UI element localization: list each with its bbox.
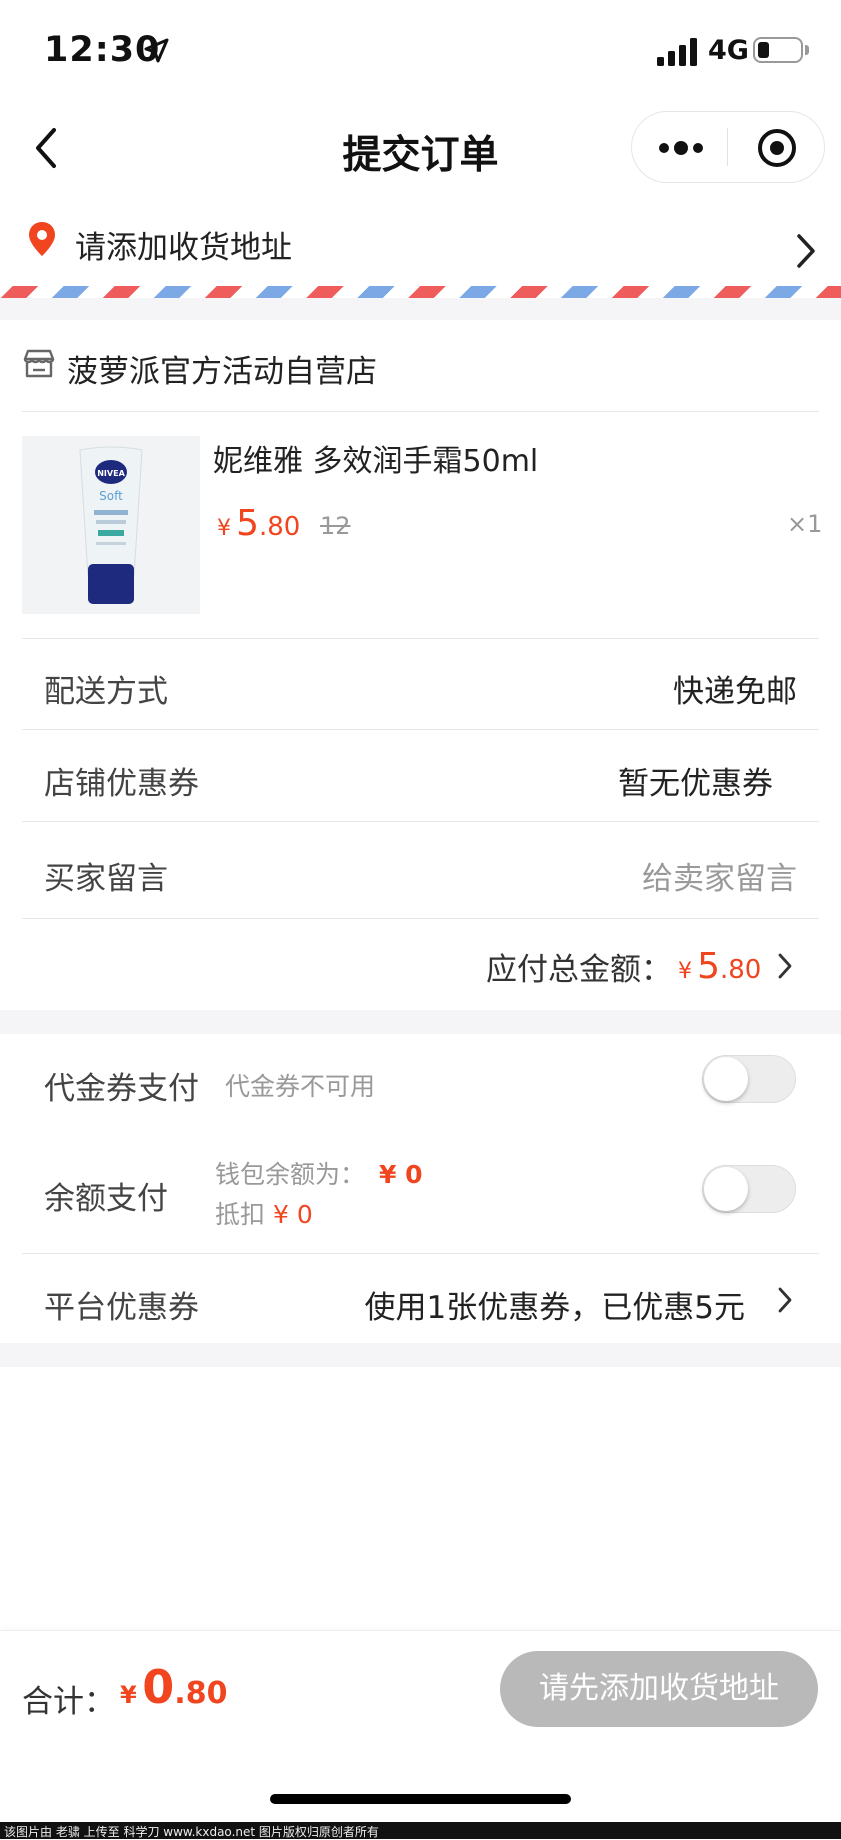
- total-price: ¥ 5.80: [678, 946, 761, 987]
- original-price: 12: [320, 512, 351, 540]
- platform-coupon-label: 平台优惠券: [44, 1290, 199, 1326]
- section-gap: [0, 1343, 841, 1367]
- total-label: 应付总金额：: [486, 952, 672, 988]
- price-decimal: .80: [259, 512, 301, 542]
- capsule-divider: [727, 128, 728, 166]
- divider: [22, 1253, 819, 1254]
- divider: [22, 918, 819, 919]
- price-symbol: ¥: [217, 516, 231, 541]
- battery-icon: [753, 37, 803, 63]
- deduct-line: 抵扣 ¥ 0: [215, 1195, 313, 1231]
- total-decimal: .80: [720, 955, 762, 985]
- hand-cream-tube-image: NIVEA Soft: [22, 436, 200, 614]
- voucher-pay-label: 代金券支付: [44, 1071, 199, 1107]
- chevron-right-icon[interactable]: [777, 1286, 793, 1314]
- buyer-message-input[interactable]: 给卖家留言: [642, 853, 797, 898]
- buyer-message-label: 买家留言: [44, 861, 168, 897]
- sum-symbol: ¥: [120, 1681, 137, 1709]
- product-quantity: ×1: [787, 510, 823, 538]
- chevron-right-icon[interactable]: [777, 952, 793, 980]
- store-name: 菠萝派官方活动自营店: [67, 354, 377, 390]
- sum-integer: 0: [142, 1660, 175, 1714]
- home-indicator[interactable]: [270, 1794, 571, 1804]
- product-name: 妮维雅 多效润手霜50ml: [213, 444, 539, 479]
- product-image: NIVEA Soft: [22, 436, 200, 614]
- signal-icon: [657, 38, 697, 66]
- chevron-right-icon[interactable]: [795, 232, 817, 270]
- close-target-icon[interactable]: [757, 128, 797, 168]
- voucher-status: 代金券不可用: [225, 1072, 376, 1101]
- store-icon: [23, 349, 55, 378]
- divider: [22, 638, 819, 639]
- wallet-balance-amount: ¥ 0: [378, 1160, 423, 1189]
- section-gap: [0, 1010, 841, 1034]
- total-integer: 5: [697, 946, 720, 987]
- product-label-text: Soft: [99, 489, 123, 503]
- sum-label: 合计：: [22, 1684, 115, 1720]
- product-price: ¥ 5.80: [217, 503, 300, 544]
- add-address-link[interactable]: 请添加收货地址: [75, 222, 292, 267]
- store-coupon-label: 店铺优惠券: [44, 766, 199, 802]
- airmail-stripe-divider: [0, 286, 841, 298]
- network-label: 4G: [708, 35, 749, 66]
- wallet-balance-label: 钱包余额为：: [215, 1160, 366, 1189]
- battery-cap: [805, 45, 809, 55]
- voucher-pay-toggle[interactable]: [702, 1055, 796, 1103]
- deduct-label: 抵扣: [215, 1200, 266, 1229]
- location-arrow-icon: [144, 38, 169, 63]
- sum-price: ¥ 0.80: [120, 1660, 227, 1714]
- balance-pay-toggle[interactable]: [702, 1165, 796, 1213]
- wallet-balance-line: 钱包余额为： ¥ 0: [215, 1155, 422, 1191]
- balance-pay-label: 余额支付: [44, 1181, 168, 1217]
- more-dots-icon[interactable]: [658, 138, 704, 158]
- submit-order-button[interactable]: 请先添加收货地址: [500, 1651, 818, 1727]
- watermark-text: 该图片由 老骕 上传至 科学刀 www.kxdao.net 图片版权归原创者所有: [4, 1825, 379, 1839]
- store-coupon-value[interactable]: 暂无优惠券: [618, 758, 773, 803]
- delivery-value[interactable]: 快递免邮: [673, 666, 797, 711]
- price-integer: 5: [236, 503, 259, 544]
- deduct-amount: ¥ 0: [272, 1200, 313, 1229]
- platform-coupon-value[interactable]: 使用1张优惠券，已优惠5元: [365, 1282, 745, 1327]
- location-pin-icon: [29, 222, 55, 256]
- divider: [22, 729, 819, 730]
- delivery-label: 配送方式: [44, 674, 168, 710]
- section-gap: [0, 298, 841, 320]
- divider: [22, 411, 819, 412]
- sum-decimal: .80: [174, 1676, 228, 1711]
- total-symbol: ¥: [678, 959, 692, 984]
- product-brand-text: NIVEA: [97, 469, 125, 478]
- divider: [22, 821, 819, 822]
